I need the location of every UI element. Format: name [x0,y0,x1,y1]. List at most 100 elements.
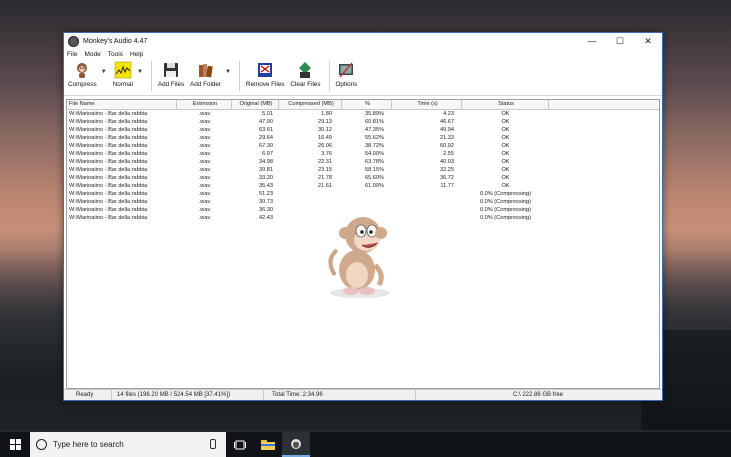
table-row[interactable]: W:\Marinaiino - Bar della rabbia .wav 5.01… [67,110,659,118]
monkeys-audio-taskbar-button[interactable] [282,432,310,457]
time-cell [392,190,462,198]
taskbar-search-box[interactable]: Type here to search [30,432,226,457]
clear-files-label: Clear Files [290,81,321,88]
column-compressed[interactable]: Compressed (MB) [279,100,342,109]
table-row[interactable]: W:\Marinaiino - Bar della rabbia .wav 35.4… [67,182,659,190]
column-original[interactable]: Original (MB) [232,100,279,109]
original-size-cell: 33.20 [259,175,273,181]
status-cell: OK [501,111,510,117]
minimize-button[interactable]: — [578,33,606,49]
status-cell: 0.0% (Compressing) [480,191,531,197]
percent-cell: 63.78% [365,159,384,165]
table-row[interactable]: W:\Marinaiino - Bar della rabbia .wav 67.3… [67,142,659,150]
file-name-cell: W:\Marinaiino - Bar della rabbia [69,111,148,117]
status-cell: OK [501,183,510,189]
table-row[interactable]: W:\Marinaiino - Bar della rabbia .wav 51.2… [67,190,659,198]
table-row[interactable]: W:\Marinaiino - Bar della rabbia .wav 34.9… [67,158,659,166]
status-free-space: C:\ 222.86 GB free [512,392,564,398]
table-row[interactable]: W:\Marinaiino - Bar della rabbia .wav 63.6… [67,126,659,134]
column-file-name[interactable]: File Name [67,100,177,109]
add-files-button[interactable]: Add Files [158,61,184,88]
percent-cell: 38.72% [365,143,384,149]
original-size-cell: 29.64 [259,135,273,141]
time-cell: 2.55 [443,151,454,157]
cortana-icon [36,439,47,450]
app-window: Monkey's Audio 4.47 — ☐ ✕ File Mode Tool… [63,32,663,401]
file-name-cell: W:\Marinaiino - Bar della rabbia [69,183,148,189]
close-button[interactable]: ✕ [634,33,662,49]
file-list[interactable]: File Name Extension Original (MB) Compre… [66,99,660,389]
compressed-size-cell: 22.31 [318,159,332,165]
original-size-cell: 30.73 [259,199,273,205]
options-icon [337,61,355,79]
file-name-cell: W:\Marinaiino - Bar della rabbia [69,119,148,125]
time-cell: 4.23 [443,111,454,117]
file-name-cell: W:\Marinaiino - Bar della rabbia [69,159,148,165]
extension-cell: .wav [198,143,211,149]
mode-dropdown-icon[interactable]: ▼ [137,69,143,75]
table-row[interactable]: W:\Marinaiino - Bar della rabbia .wav 6.97… [67,150,659,158]
status-cell: OK [501,159,510,165]
table-row[interactable]: W:\Marinaiino - Bar della rabbia .wav 39.8… [67,166,659,174]
percent-cell: 58.15% [365,167,384,173]
compress-button[interactable]: Compress [68,61,97,88]
menu-mode[interactable]: Mode [84,51,100,58]
microphone-icon[interactable] [210,439,216,449]
file-name-cell: W:\Marinaiino - Bar della rabbia [69,191,148,197]
extension-cell: .wav [198,207,211,213]
file-name-cell: W:\Marinaiino - Bar della rabbia [69,143,148,149]
compress-dropdown-icon[interactable]: ▼ [101,69,107,75]
remove-files-icon [256,61,274,79]
original-size-cell: 42.43 [259,215,273,221]
options-button[interactable]: Options [335,61,358,88]
normal-mode-button[interactable]: Normal [113,61,133,88]
remove-files-button[interactable]: Remove Files [245,61,285,88]
status-cell: OK [501,135,510,141]
original-size-cell: 67.30 [259,143,273,149]
app-monkey-icon [68,35,79,47]
toolbar-separator [150,61,152,91]
normal-mode-label: Normal [112,81,133,88]
original-size-cell: 36.30 [259,207,273,213]
menu-file[interactable]: File [67,51,77,58]
column-percent[interactable]: % [342,100,392,109]
percent-cell [342,190,392,198]
compressed-size-cell: 16.49 [318,135,332,141]
extension-cell: .wav [198,191,211,197]
percent-cell: 47.35% [365,127,384,133]
percent-cell: 35.89% [365,111,384,117]
percent-cell: 61.00% [365,183,384,189]
toolbar-separator [328,61,330,91]
start-button[interactable] [0,432,30,457]
extension-cell: .wav [198,111,211,117]
compressed-size-cell: 21.61 [318,183,332,189]
remove-files-label: Remove Files [245,81,285,88]
column-time[interactable]: Time (s) [392,100,462,109]
file-name-cell: W:\Marinaiino - Bar della rabbia [69,167,148,173]
clear-files-button[interactable]: Clear Files [290,61,321,88]
add-dropdown-icon[interactable]: ▼ [225,69,231,75]
original-size-cell: 35.43 [259,183,273,189]
column-extension[interactable]: Extension [177,100,232,109]
monkey-app-icon [291,438,301,449]
add-folder-button[interactable]: Add Folder [190,61,221,88]
percent-cell: 55.62% [365,135,384,141]
column-status[interactable]: Status [462,100,549,109]
menu-help[interactable]: Help [130,51,143,58]
task-view-button[interactable] [226,432,254,457]
original-size-cell: 63.61 [259,127,273,133]
menu-tools[interactable]: Tools [108,51,123,58]
options-label: Options [335,81,358,88]
time-cell: 46.67 [440,119,454,125]
extension-cell: .wav [198,167,211,173]
maximize-button[interactable]: ☐ [606,33,634,49]
file-explorer-taskbar-button[interactable] [254,432,282,457]
file-name-cell: W:\Marinaiino - Bar della rabbia [69,199,148,205]
table-row[interactable]: W:\Marinaiino - Bar della rabbia .wav 47.9… [67,118,659,126]
extension-cell: .wav [198,215,211,221]
toolbar: Compress ▼ Normal ▼ Add Files Add Folder… [64,59,662,96]
table-row[interactable]: W:\Marinaiino - Bar della rabbia .wav 33.2… [67,174,659,182]
compressed-size-cell: 23.15 [318,167,332,173]
file-name-cell: W:\Marinaiino - Bar della rabbia [69,151,148,157]
table-row[interactable]: W:\Marinaiino - Bar della rabbia .wav 29.6… [67,134,659,142]
